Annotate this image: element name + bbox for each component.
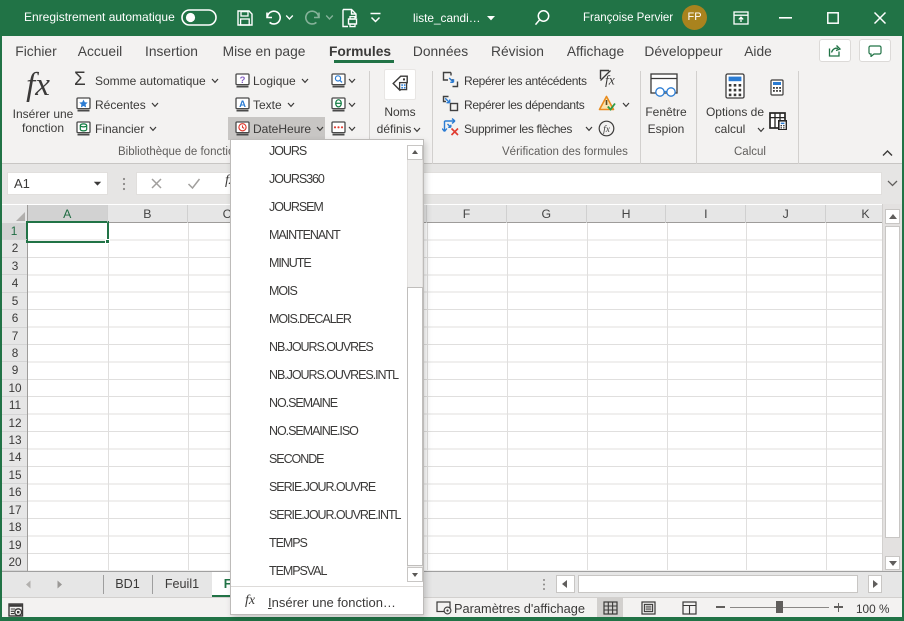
svg-text:fx: fx <box>603 124 611 135</box>
svg-text:?: ? <box>240 75 246 86</box>
svg-text:fx: fx <box>605 73 615 88</box>
svg-text:A: A <box>239 99 246 110</box>
